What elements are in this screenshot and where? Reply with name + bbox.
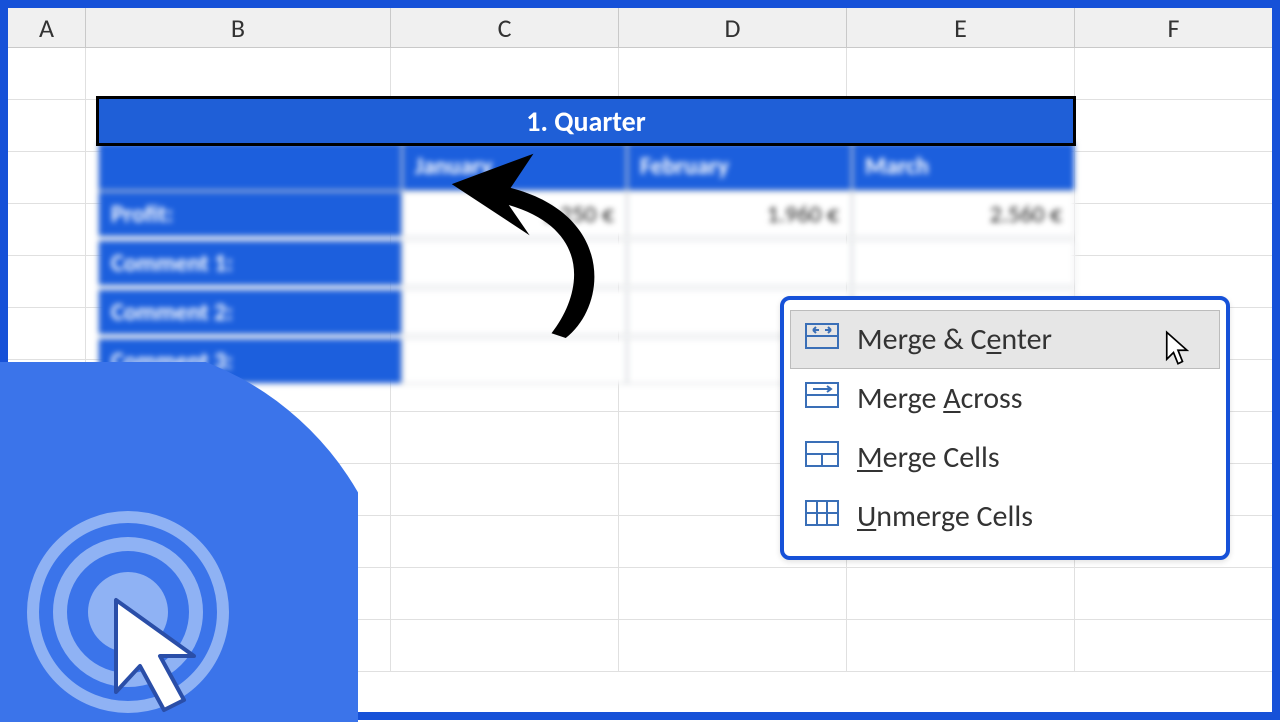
grid-cell[interactable] xyxy=(847,620,1075,672)
grid-cell[interactable] xyxy=(8,152,86,204)
grid-cell[interactable] xyxy=(1075,152,1272,204)
grid-cell[interactable] xyxy=(391,360,619,412)
grid-cell[interactable] xyxy=(8,100,86,152)
grid-row xyxy=(8,204,1272,256)
grid-cell[interactable] xyxy=(619,620,847,672)
grid-cell[interactable] xyxy=(86,152,391,204)
menu-item-label: Merge Across xyxy=(857,380,1023,417)
grid-cell[interactable] xyxy=(847,152,1075,204)
merge-across-icon xyxy=(805,380,839,417)
grid-cell[interactable] xyxy=(619,48,847,100)
grid-cell[interactable] xyxy=(1075,204,1272,256)
menu-item-label: Merge & Center xyxy=(857,321,1052,358)
grid-cell[interactable] xyxy=(8,256,86,308)
grid-cell[interactable] xyxy=(391,568,619,620)
column-header-row: A B C D E F xyxy=(8,8,1272,48)
col-header-F[interactable]: F xyxy=(1075,8,1272,47)
grid-cell[interactable] xyxy=(391,48,619,100)
grid-cell[interactable] xyxy=(86,256,391,308)
merge-dropdown-menu: Merge & Center Merge Across Merge Cells Unm… xyxy=(780,296,1230,560)
grid-cell[interactable] xyxy=(847,568,1075,620)
grid-cell[interactable] xyxy=(1075,620,1272,672)
grid-cell[interactable] xyxy=(619,568,847,620)
menu-item-label: Unmerge Cells xyxy=(857,498,1033,535)
grid-cell[interactable] xyxy=(8,204,86,256)
menu-item-merge-cells[interactable]: Merge Cells xyxy=(790,428,1220,487)
grid-cell[interactable] xyxy=(1075,568,1272,620)
brand-logo xyxy=(0,362,358,722)
col-header-D[interactable]: D xyxy=(619,8,847,47)
callout-arrow xyxy=(438,148,608,338)
grid-cell[interactable] xyxy=(391,464,619,516)
grid-cell[interactable] xyxy=(1075,100,1272,152)
grid-cell[interactable] xyxy=(86,48,391,100)
merged-title-cell[interactable]: 1. Quarter xyxy=(96,96,1076,146)
grid-cell[interactable] xyxy=(391,412,619,464)
menu-item-merge-center[interactable]: Merge & Center xyxy=(790,310,1220,369)
merge-center-icon xyxy=(805,321,839,358)
grid-cell[interactable] xyxy=(86,204,391,256)
mouse-cursor-icon xyxy=(1164,330,1192,366)
col-header-B[interactable]: B xyxy=(86,8,391,47)
col-header-C[interactable]: C xyxy=(391,8,619,47)
menu-item-label: Merge Cells xyxy=(857,439,1000,476)
grid-cell[interactable] xyxy=(391,620,619,672)
grid-cell[interactable] xyxy=(8,48,86,100)
unmerge-icon xyxy=(805,498,839,535)
grid-cell[interactable] xyxy=(847,204,1075,256)
menu-item-merge-across[interactable]: Merge Across xyxy=(790,369,1220,428)
grid-cell[interactable] xyxy=(619,152,847,204)
grid-cell[interactable] xyxy=(619,204,847,256)
grid-cell[interactable] xyxy=(8,308,86,360)
col-header-A[interactable]: A xyxy=(8,8,86,47)
grid-cell[interactable] xyxy=(391,516,619,568)
grid-cell[interactable] xyxy=(86,308,391,360)
grid-cell[interactable] xyxy=(1075,48,1272,100)
grid-row xyxy=(8,152,1272,204)
grid-row xyxy=(8,48,1272,100)
grid-cell[interactable] xyxy=(847,48,1075,100)
merge-cells-icon xyxy=(805,439,839,476)
col-header-E[interactable]: E xyxy=(847,8,1075,47)
menu-item-unmerge[interactable]: Unmerge Cells xyxy=(790,487,1220,546)
